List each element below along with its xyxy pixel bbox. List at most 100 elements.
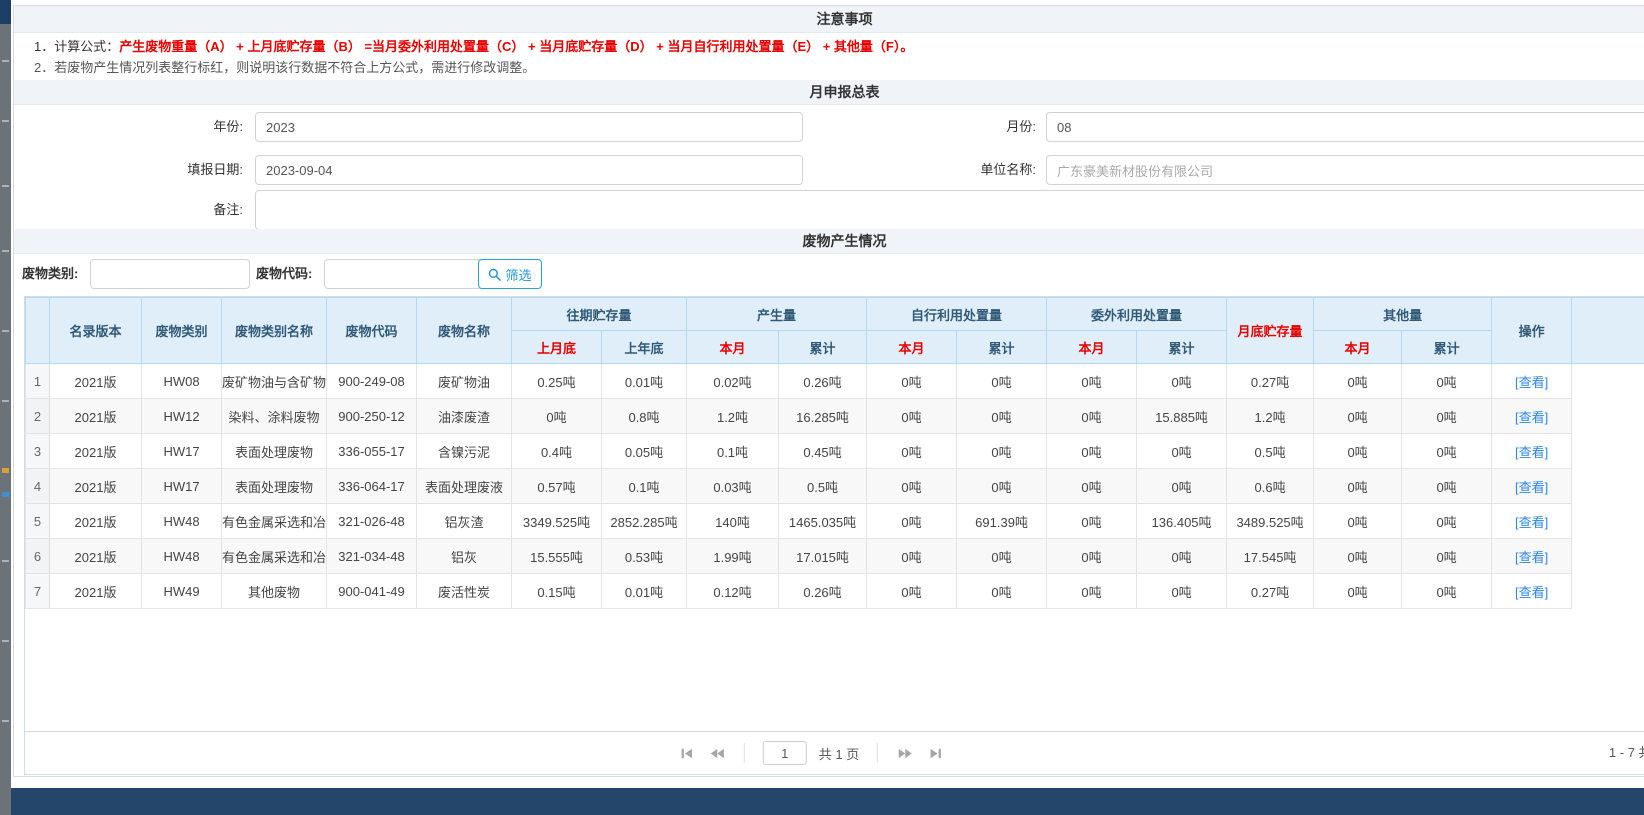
row-index: 5 — [26, 504, 50, 539]
waste-table-header: 名录版本 废物类别 废物类别名称 废物代码 废物名称 往期贮存量 产生量 自行利… — [26, 298, 1644, 364]
cell: 15.555吨 — [512, 539, 602, 574]
waste-table-body: 12021版HW08废矿物油与含矿物900-249-08废矿物油0.25吨0.0… — [26, 364, 1644, 609]
search-icon — [488, 268, 501, 281]
cell: 321-034-48 — [327, 539, 417, 574]
cell: 1.99吨 — [687, 539, 779, 574]
cell: 0.01吨 — [602, 574, 687, 609]
remark-input[interactable] — [255, 190, 1644, 230]
cell: 染料、涂料废物 — [222, 399, 327, 434]
cell: HW12 — [142, 399, 222, 434]
cell: 0吨 — [1137, 469, 1227, 504]
table-row: 62021版HW48有色金属采选和冶321-034-48铝灰15.555吨0.5… — [26, 539, 1644, 574]
cell: 0.15吨 — [512, 574, 602, 609]
unit-name-label: 单位名称: — [850, 155, 1036, 185]
cell: 2852.285吨 — [602, 504, 687, 539]
cell: 0.45吨 — [779, 434, 867, 469]
year-input[interactable] — [255, 112, 803, 142]
cell: HW17 — [142, 469, 222, 504]
header-generated: 产生量 — [687, 298, 867, 331]
cell: 其他废物 — [222, 574, 327, 609]
cell: 2021版 — [50, 364, 142, 399]
header-category-name: 废物类别名称 — [222, 298, 327, 364]
view-link[interactable]: [查看] — [1515, 550, 1548, 565]
cell: 0吨 — [867, 434, 957, 469]
notice-text: 1．计算公式：产生废物重量（A） + 上月底贮存量（B） =当月委外利用处置量（… — [14, 36, 1634, 78]
first-page-icon[interactable] — [678, 744, 696, 762]
cell: 3489.525吨 — [1227, 504, 1314, 539]
header-prev-storage: 往期贮存量 — [512, 298, 687, 331]
cell: 2021版 — [50, 399, 142, 434]
fill-date-input[interactable] — [255, 155, 803, 185]
view-link[interactable]: [查看] — [1515, 375, 1548, 390]
cell: 0吨 — [512, 399, 602, 434]
cell: HW49 — [142, 574, 222, 609]
cell: 0吨 — [1047, 539, 1137, 574]
view-link[interactable]: [查看] — [1515, 515, 1548, 530]
cell: HW48 — [142, 539, 222, 574]
filter-button-label: 筛选 — [505, 265, 531, 284]
last-page-icon[interactable] — [926, 744, 944, 762]
sidebar-top-block — [0, 0, 11, 24]
month-input[interactable] — [1046, 112, 1644, 142]
cell: 0吨 — [1402, 469, 1492, 504]
header-generated-month: 本月 — [687, 331, 779, 364]
pager: 共 1 页 1 - 7 共 7 条 — [25, 731, 1644, 774]
cell: 0吨 — [1314, 434, 1402, 469]
cell: 0吨 — [1314, 539, 1402, 574]
cell: 含镍污泥 — [417, 434, 512, 469]
unit-name-input[interactable] — [1046, 155, 1644, 185]
cell: 有色金属采选和冶 — [222, 539, 327, 574]
cell: 0吨 — [1137, 574, 1227, 609]
cell: 0吨 — [1047, 504, 1137, 539]
filter-button[interactable]: 筛选 — [478, 259, 542, 289]
cell: HW08 — [142, 364, 222, 399]
waste-category-filter-input[interactable] — [90, 259, 250, 289]
cell: 17.015吨 — [779, 539, 867, 574]
waste-table: 名录版本 废物类别 废物类别名称 废物代码 废物名称 往期贮存量 产生量 自行利… — [25, 297, 1644, 609]
cell: 0吨 — [1047, 399, 1137, 434]
cell: 0吨 — [1402, 504, 1492, 539]
cell: 0吨 — [1314, 399, 1402, 434]
waste-code-filter-label: 废物代码: — [256, 259, 312, 289]
cell: 0吨 — [957, 364, 1047, 399]
sidebar-mark — [2, 60, 9, 62]
sidebar-mark — [2, 720, 9, 722]
action-cell: [查看] — [1492, 574, 1572, 609]
cell: 0吨 — [1137, 364, 1227, 399]
cell: 2021版 — [50, 469, 142, 504]
row-index: 4 — [26, 469, 50, 504]
month-label: 月份: — [850, 112, 1036, 142]
header-other-cumulative: 累计 — [1402, 331, 1492, 364]
row-index: 6 — [26, 539, 50, 574]
cell: 0吨 — [1137, 434, 1227, 469]
cell: HW17 — [142, 434, 222, 469]
action-cell: [查看] — [1492, 539, 1572, 574]
header-self-disposal: 自行利用处置量 — [867, 298, 1047, 331]
view-link[interactable]: [查看] — [1515, 585, 1548, 600]
view-link[interactable]: [查看] — [1515, 480, 1548, 495]
cell: 0吨 — [1047, 574, 1137, 609]
table-row: 12021版HW08废矿物油与含矿物900-249-08废矿物油0.25吨0.0… — [26, 364, 1644, 399]
page-number-input[interactable] — [763, 741, 807, 765]
cell: 0吨 — [1137, 539, 1227, 574]
cell: 0吨 — [867, 574, 957, 609]
cell: 0吨 — [957, 399, 1047, 434]
cell: 0吨 — [1402, 574, 1492, 609]
cell: 油漆废渣 — [417, 399, 512, 434]
header-outsourced-month: 本月 — [1047, 331, 1137, 364]
cell: 0吨 — [1402, 434, 1492, 469]
notice-line1-formula: 产生废物重量（A） + 上月底贮存量（B） =当月委外利用处置量（C） + 当月… — [119, 39, 913, 54]
view-link[interactable]: [查看] — [1515, 410, 1548, 425]
cell: 1465.035吨 — [779, 504, 867, 539]
cell: 336-064-17 — [327, 469, 417, 504]
view-link[interactable]: [查看] — [1515, 445, 1548, 460]
cell: 691.39吨 — [957, 504, 1047, 539]
cell: 废矿物油与含矿物 — [222, 364, 327, 399]
total-pages-label: 共 1 页 — [819, 744, 859, 763]
next-page-icon[interactable] — [896, 744, 914, 762]
previous-page-icon[interactable] — [708, 744, 726, 762]
row-index: 1 — [26, 364, 50, 399]
cell: 0吨 — [957, 469, 1047, 504]
waste-code-filter-input[interactable] — [324, 259, 484, 289]
action-cell: [查看] — [1492, 469, 1572, 504]
